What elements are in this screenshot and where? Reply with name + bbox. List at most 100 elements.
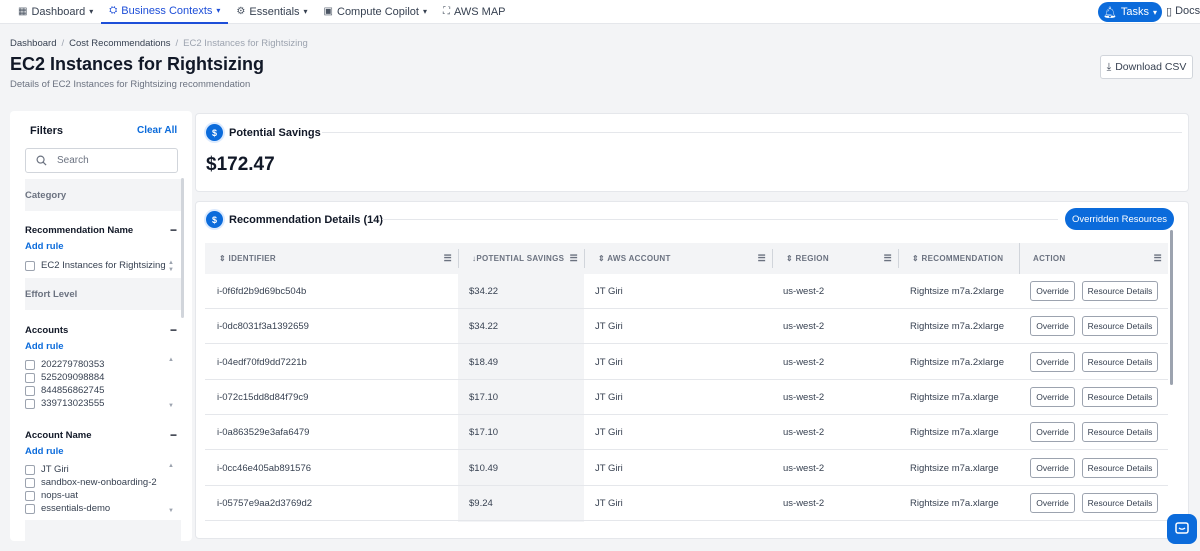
col-aws-account[interactable]: ⇕ AWS ACCOUNT ☰ — [584, 243, 772, 274]
checkbox[interactable] — [25, 372, 35, 383]
account-name-option[interactable]: JT Giri — [25, 464, 69, 475]
sort-icon[interactable]: ⇕ — [786, 254, 793, 263]
column-menu-icon[interactable]: ☰ — [570, 253, 578, 264]
add-rule-recommendation[interactable]: Add rule — [25, 241, 64, 252]
cell-aws-account: JT Giri — [595, 427, 623, 439]
table-row: i-0dc8031f3a1392659 $34.22 JT Giri us-west-… — [205, 309, 1168, 345]
resource-details-button[interactable]: Resource Details — [1082, 316, 1158, 337]
category-section[interactable]: Category — [25, 179, 181, 211]
override-button[interactable]: Override — [1030, 316, 1075, 337]
account-name-option[interactable]: essentials-demo — [25, 503, 110, 514]
breadcrumb-dashboard[interactable]: Dashboard — [10, 38, 56, 49]
checkbox[interactable] — [25, 490, 35, 501]
column-menu-icon[interactable]: ☰ — [444, 253, 452, 264]
overridden-resources-button[interactable]: Overridden Resources — [1065, 208, 1174, 230]
override-button[interactable]: Override — [1030, 422, 1075, 443]
docs-link[interactable]: ▯ Docs — [1166, 5, 1200, 18]
checkbox[interactable] — [25, 359, 35, 370]
cell-potential-savings: $10.49 — [469, 462, 499, 474]
sort-icon[interactable]: ⇕ — [912, 254, 919, 263]
filter-search[interactable] — [25, 148, 178, 173]
cell-identifier: i-0f6fd2b9d69bc504b — [217, 286, 307, 297]
account-option[interactable]: 525209098884 — [25, 372, 104, 383]
nav-business-contexts[interactable]: ⛭ Business Contexts ▾ — [101, 0, 229, 24]
accounts-header[interactable]: Accounts − — [25, 323, 181, 337]
checkbox[interactable] — [25, 464, 35, 475]
sort-icon[interactable]: ⇕ — [219, 254, 226, 263]
scroll-down-icon[interactable]: ▼ — [168, 267, 174, 273]
resource-details-button[interactable]: Resource Details — [1082, 281, 1158, 301]
filters-scrollbar[interactable] — [181, 178, 184, 318]
table-row: i-05757e9aa2d3769d2 $9.24 JT Giri us-west-2… — [205, 486, 1168, 521]
nav-compute-copilot-label: Compute Copilot — [337, 5, 419, 18]
column-menu-icon[interactable]: ☰ — [758, 253, 766, 264]
checkbox[interactable] — [25, 385, 35, 396]
cell-recommendation: Rightsize m7a.2xlarge — [910, 356, 1004, 368]
collapse-icon[interactable]: − — [170, 428, 177, 442]
col-identifier[interactable]: ⇕ IDENTIFIER ☰ — [205, 243, 458, 274]
resource-details-button[interactable]: Resource Details — [1082, 492, 1158, 513]
potential-savings-header: $ Potential Savings — [206, 124, 321, 141]
next-filter-section[interactable] — [25, 520, 181, 541]
override-button[interactable]: Override — [1030, 492, 1075, 513]
override-button[interactable]: Override — [1030, 351, 1075, 372]
col-recommendation[interactable]: ⇕ RECOMMENDATION — [898, 243, 1019, 274]
checkbox[interactable] — [25, 477, 35, 488]
scroll-up-icon[interactable]: ▲ — [168, 260, 174, 266]
account-name-option[interactable]: sandbox-new-onboarding-2 — [25, 477, 157, 488]
account-name-header[interactable]: Account Name − — [25, 428, 181, 442]
cell-recommendation: Rightsize m7a.xlarge — [910, 462, 999, 474]
column-menu-icon[interactable]: ☰ — [1154, 253, 1162, 264]
resource-details-button[interactable]: Resource Details — [1082, 422, 1158, 443]
column-menu-icon[interactable]: ☰ — [884, 253, 892, 264]
account-option[interactable]: 202279780353 — [25, 359, 104, 370]
col-region[interactable]: ⇕ REGION ☰ — [772, 243, 898, 274]
account-option[interactable]: 339713023555 — [25, 398, 104, 409]
resource-details-button[interactable]: Resource Details — [1082, 386, 1158, 407]
chevron-down-icon: ▾ — [303, 7, 308, 16]
col-potential-savings[interactable]: ↓POTENTIAL SAVINGS ☰ — [458, 243, 584, 274]
account-option[interactable]: 844856862745 — [25, 385, 104, 396]
recommendation-details-title: Recommendation Details (14) — [229, 213, 384, 226]
account-name-option[interactable]: nops-uat — [25, 490, 78, 501]
col-action[interactable]: ACTION ☰ — [1019, 243, 1168, 274]
checkbox[interactable] — [25, 503, 35, 514]
breadcrumb: Dashboard / Cost Recommendations / EC2 I… — [10, 38, 308, 49]
checkbox[interactable] — [25, 398, 35, 409]
override-button[interactable]: Override — [1030, 281, 1075, 301]
breadcrumb-cost-recommendations[interactable]: Cost Recommendations — [69, 38, 170, 49]
tasks-button[interactable]: 🔔︎ Tasks ▾ — [1098, 2, 1162, 22]
sort-icon[interactable]: ⇕ — [598, 254, 605, 263]
recommendation-name-header[interactable]: Recommendation Name − — [25, 223, 181, 237]
add-rule-accounts[interactable]: Add rule — [25, 341, 64, 352]
add-rule-account-name[interactable]: Add rule — [25, 446, 64, 457]
collapse-icon[interactable]: − — [170, 223, 177, 237]
chat-button[interactable] — [1167, 514, 1197, 544]
filter-search-input[interactable] — [57, 155, 157, 166]
checkbox[interactable] — [25, 260, 35, 271]
nav-dashboard[interactable]: ▦ Dashboard ▾ — [10, 0, 101, 24]
override-button[interactable]: Override — [1030, 386, 1075, 407]
clear-all-link[interactable]: Clear All — [137, 125, 177, 136]
scroll-down-icon[interactable]: ▼ — [168, 403, 174, 409]
scroll-up-icon[interactable]: ▲ — [168, 357, 174, 363]
table-scrollbar[interactable] — [1170, 230, 1173, 385]
recommendation-option[interactable]: EC2 Instances for Rightsizing — [25, 260, 166, 271]
collapse-icon[interactable]: − — [170, 323, 177, 337]
resource-details-button[interactable]: Resource Details — [1082, 351, 1158, 372]
resource-details-button[interactable]: Resource Details — [1082, 457, 1158, 478]
nav-compute-copilot[interactable]: ▣ Compute Copilot ▾ — [316, 0, 435, 24]
nav-essentials[interactable]: ⚙ Essentials ▾ — [228, 0, 315, 24]
business-contexts-icon: ⛭ — [109, 5, 118, 16]
account-name-option-label: nops-uat — [41, 490, 78, 501]
download-csv-button[interactable]: ⤓ Download CSV — [1100, 55, 1193, 79]
account-name-option-label: JT Giri — [41, 464, 69, 475]
effort-level-section[interactable]: Effort Level — [25, 278, 181, 310]
scroll-up-icon[interactable]: ▲ — [168, 463, 174, 469]
account-name-label: Account Name — [25, 429, 92, 441]
override-button[interactable]: Override — [1030, 457, 1075, 478]
scroll-down-icon[interactable]: ▼ — [168, 508, 174, 514]
cell-identifier: i-0a863529e3afa6479 — [217, 427, 310, 439]
nav-aws-map[interactable]: ⛶ AWS MAP — [435, 0, 514, 24]
docs-label: Docs — [1175, 5, 1200, 17]
